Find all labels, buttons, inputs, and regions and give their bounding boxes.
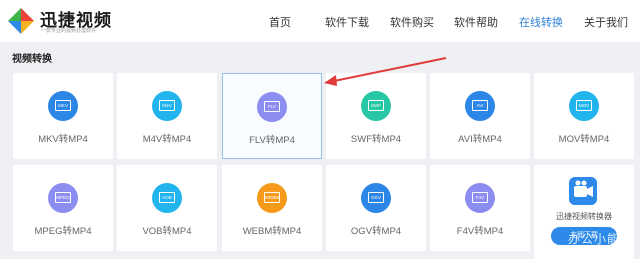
video-file-icon: MKV — [48, 91, 78, 121]
tile-label: OGV转MP4 — [350, 226, 402, 237]
tile-label: WEBM转MP4 — [242, 226, 302, 237]
tile-f4v-to-mp4[interactable]: F4V F4V转MP4 — [430, 165, 530, 251]
tile-webm-to-mp4[interactable]: WEBM WEBM转MP4 — [222, 165, 322, 251]
video-camera-icon — [569, 177, 597, 205]
video-file-icon: WEBM — [257, 183, 287, 213]
tile-label: M4V转MP4 — [142, 134, 192, 145]
tile-m4v-to-mp4[interactable]: M4V M4V转MP4 — [117, 73, 217, 159]
format-badge: F4V — [472, 192, 488, 203]
format-badge: M4V — [159, 100, 175, 111]
format-badge: MPEG — [55, 192, 71, 203]
nav-purchase[interactable]: 软件购买 — [390, 14, 434, 30]
nav-online-convert[interactable]: 在线转换 — [519, 14, 563, 30]
tile-label: MOV转MP4 — [558, 134, 610, 145]
video-file-icon: VOB — [152, 183, 182, 213]
video-file-icon: SWF — [361, 91, 391, 121]
watermark-text: 办公小能 — [568, 232, 621, 246]
nav-download[interactable]: 软件下载 — [325, 14, 369, 30]
logo-icon[interactable] — [6, 6, 36, 36]
tile-label: AVI转MP4 — [458, 134, 502, 145]
video-file-icon: OGV — [361, 183, 391, 213]
tile-ogv-to-mp4[interactable]: OGV OGV转MP4 — [326, 165, 426, 251]
format-badge: FLV — [264, 101, 280, 112]
tile-label: VOB转MP4 — [142, 226, 192, 237]
tile-mkv-to-mp4[interactable]: MKV MKV转MP4 — [13, 73, 113, 159]
tile-vob-to-mp4[interactable]: VOB VOB转MP4 — [117, 165, 217, 251]
format-badge: AVI — [472, 100, 488, 111]
nav-home[interactable]: 首页 — [269, 14, 291, 30]
nav-help[interactable]: 软件帮助 — [454, 14, 498, 30]
tile-mov-to-mp4[interactable]: MOV MOV转MP4 — [534, 73, 634, 159]
format-badge: MOV — [576, 100, 592, 111]
tile-label: MPEG转MP4 — [34, 226, 92, 237]
video-file-icon: MPEG — [48, 183, 78, 213]
video-file-icon: M4V — [152, 91, 182, 121]
format-badge: SWF — [368, 100, 384, 111]
format-badge: MKV — [55, 100, 71, 111]
tile-label: SWF转MP4 — [350, 134, 402, 145]
brand-subtitle: 一款专业的视频处理软件 — [41, 28, 97, 34]
nav-about[interactable]: 关于我们 — [584, 14, 628, 30]
video-file-icon: AVI — [465, 91, 495, 121]
tile-label: MKV转MP4 — [38, 134, 88, 145]
tile-flv-to-mp4[interactable]: FLV FLV转MP4 — [222, 73, 322, 159]
video-file-icon: FLV — [257, 92, 287, 122]
format-badge: VOB — [159, 192, 175, 203]
tile-avi-to-mp4[interactable]: AVI AVI转MP4 — [430, 73, 530, 159]
tile-swf-to-mp4[interactable]: SWF SWF转MP4 — [326, 73, 426, 159]
tile-label: F4V转MP4 — [456, 226, 504, 237]
video-file-icon: F4V — [465, 183, 495, 213]
video-file-icon: MOV — [569, 91, 599, 121]
section-title: 视频转换 — [12, 54, 52, 65]
promo-title: 迅捷视频转换器 — [556, 212, 612, 221]
tile-label: FLV转MP4 — [249, 135, 295, 146]
site-header: 迅捷视频 一款专业的视频处理软件 首页 软件下载 软件购买 软件帮助 在线转换 … — [0, 0, 640, 42]
format-badge: WEBM — [264, 192, 280, 203]
format-badge: OGV — [368, 192, 384, 203]
tile-mpeg-to-mp4[interactable]: MPEG MPEG转MP4 — [13, 165, 113, 251]
